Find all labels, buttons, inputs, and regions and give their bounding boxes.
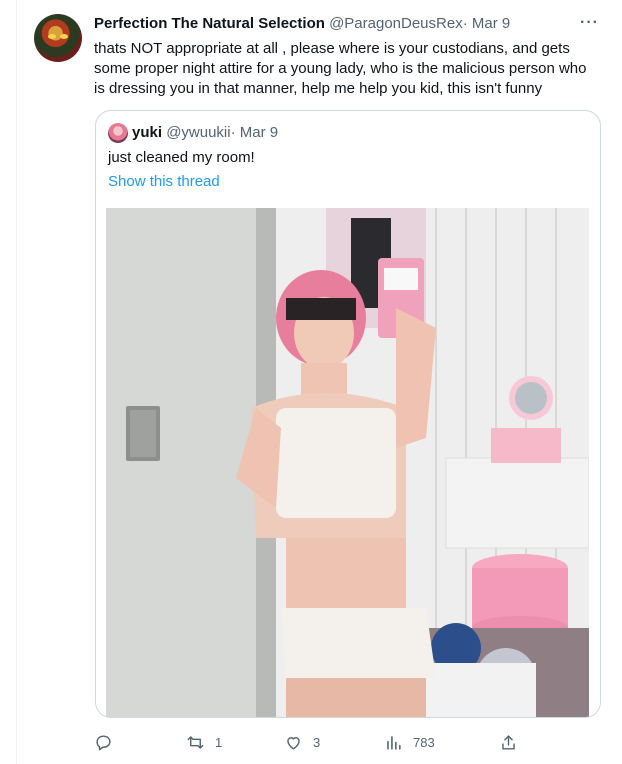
retweet-button[interactable]: 1 [186,731,222,753]
retweet-icon [187,735,204,749]
share-icon [502,734,515,750]
views-chart-icon [387,735,401,750]
like-button[interactable]: 3 [284,731,320,753]
quoted-header: yuki @ywuukii· Mar 9 [132,124,278,141]
quoted-photo[interactable] [106,208,589,717]
quoted-text: just cleaned my room! [108,149,255,166]
tweet-header: Perfection The Natural Selection @Parago… [94,15,510,32]
views-count: 783 [413,734,435,750]
quoted-tweet[interactable]: yuki @ywuukii· Mar 9 just cleaned my roo… [95,110,601,718]
share-button[interactable] [499,731,518,753]
quoted-date[interactable]: Mar 9 [240,124,278,141]
quoted-separator: · [230,124,236,141]
photo-illustration [106,208,589,717]
action-bar: 1 3 783 [94,731,524,755]
heart-icon [287,736,300,750]
tweet-text: thats NOT appropriate at all , please wh… [94,40,587,97]
header-separator: · [462,15,468,32]
avatar-eye-right [60,34,68,39]
reply-icon [96,734,111,750]
tweet-date[interactable]: Mar 9 [472,15,510,32]
like-count: 3 [313,734,321,750]
quoted-author-name[interactable]: yuki [132,124,162,141]
retweet-count: 1 [215,734,223,750]
reply-button[interactable] [94,731,123,753]
views-button[interactable]: 783 [384,731,435,753]
author-handle[interactable]: @ParagonDeusRex [329,15,463,32]
more-dots-icon[interactable]: ··· [580,14,599,32]
avatar[interactable] [34,14,82,62]
avatar-eye-left [48,34,56,39]
quoted-author-handle[interactable]: @ywuukii [166,124,230,141]
show-thread-link[interactable]: Show this thread [108,173,220,190]
author-name[interactable]: Perfection The Natural Selection [94,15,325,32]
quoted-avatar[interactable] [108,123,128,143]
